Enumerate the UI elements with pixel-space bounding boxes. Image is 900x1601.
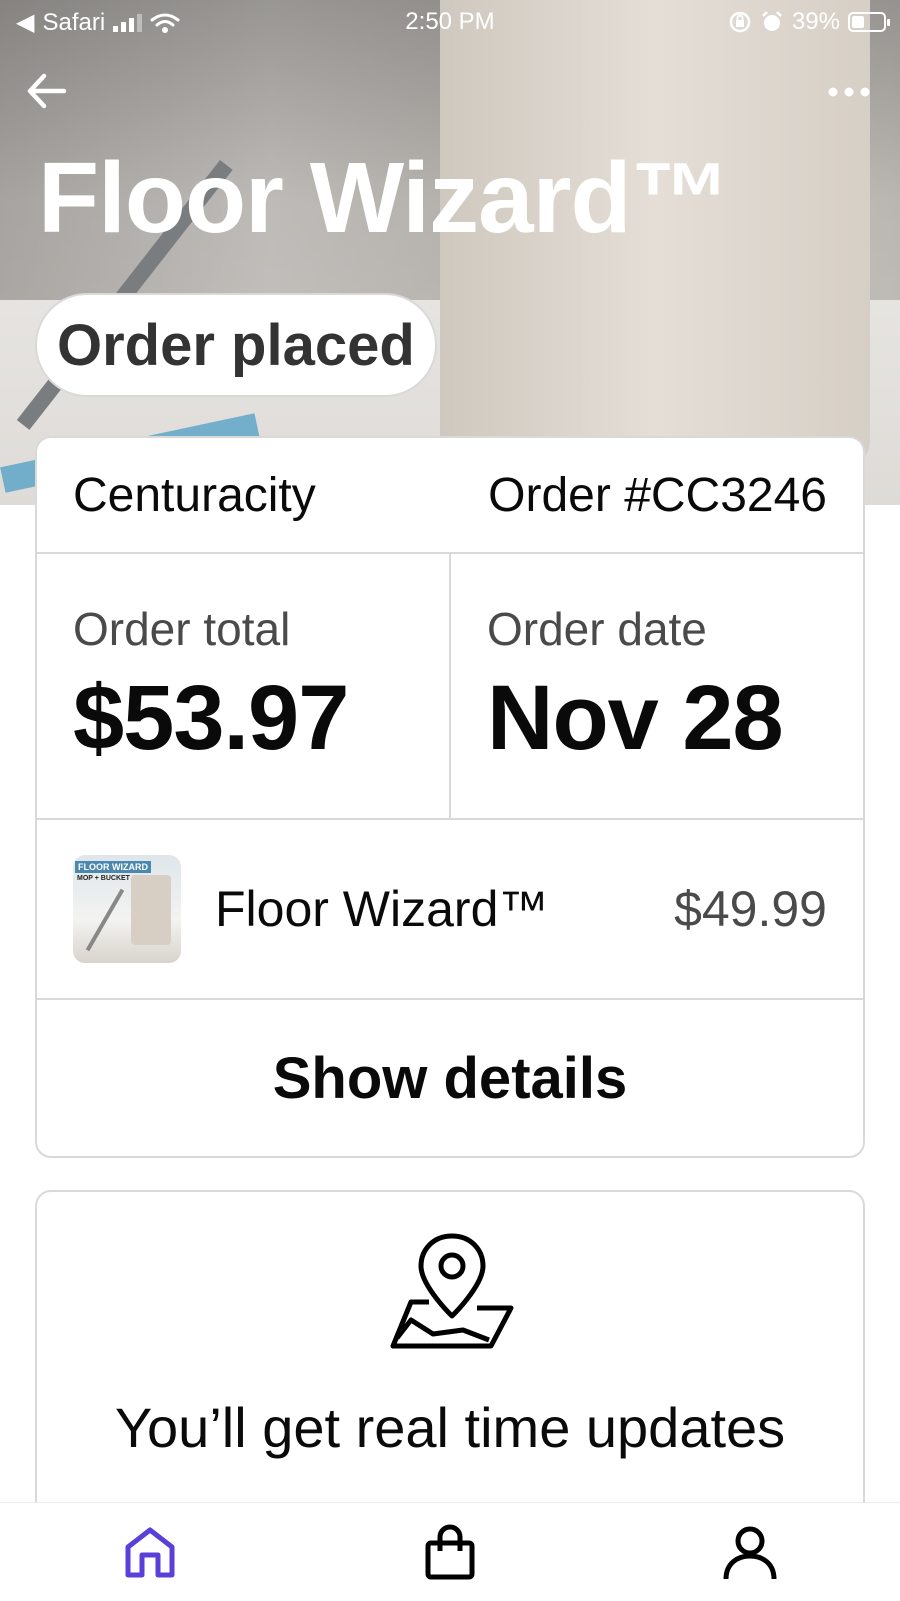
order-date-value: Nov 28 [487,667,784,769]
item-price: $49.99 [674,881,827,937]
battery-percent: 39% [791,8,840,35]
bottom-tab-bar [0,1502,900,1601]
tracking-updates-text: You’ll get real time updates [114,1396,786,1459]
order-stats: Order total $53.97 Order date Nov 28 [37,554,863,820]
store-name: Centuracity [73,468,316,522]
more-options-button[interactable] [824,72,874,112]
thumb-subtitle: MOP + BUCKET [77,875,130,882]
tab-profile[interactable] [720,1523,780,1583]
status-right: 39% [728,8,890,36]
order-total-value: $53.97 [73,667,349,769]
user-icon [723,1526,777,1580]
tracking-info-card: You’ll get real time updates [35,1190,865,1550]
order-date-label: Order date [487,603,707,655]
item-name: Floor Wizard™ [215,881,549,937]
order-date-block: Order date Nov 28 [449,554,863,818]
order-total-label: Order total [73,603,291,655]
page-title: Floor Wizard™ [38,142,731,254]
map-pin-icon [390,1233,514,1349]
order-status-badge: Order placed [35,293,437,397]
order-number: Order #CC3246 [488,468,827,522]
order-card-header: Centuracity Order #CC3246 [37,438,863,554]
arrow-left-icon [27,73,67,109]
battery-icon [848,12,890,32]
status-bar: ◀ Safari 2:50 PM 39% [0,0,900,46]
alarm-icon [762,11,782,31]
rotation-lock-icon [729,11,751,33]
show-details-button[interactable]: Show details [37,1000,863,1156]
ellipsis-icon [828,87,870,97]
thumb-bucket [131,875,171,945]
thumb-brand-label: FLOOR WIZARD [75,861,151,873]
home-icon [125,1527,175,1578]
product-thumbnail: FLOOR WIZARD MOP + BUCKET [73,855,181,963]
shopping-bag-icon [425,1524,475,1580]
tab-shop[interactable] [420,1523,480,1583]
tab-home[interactable] [120,1523,180,1583]
order-item-row[interactable]: FLOOR WIZARD MOP + BUCKET Floor Wizard™ … [37,820,863,1000]
order-summary-card: Centuracity Order #CC3246 Order total $5… [35,436,865,1158]
back-button[interactable] [22,66,72,116]
order-total-block: Order total $53.97 [37,554,449,818]
thumb-mop [85,888,125,952]
